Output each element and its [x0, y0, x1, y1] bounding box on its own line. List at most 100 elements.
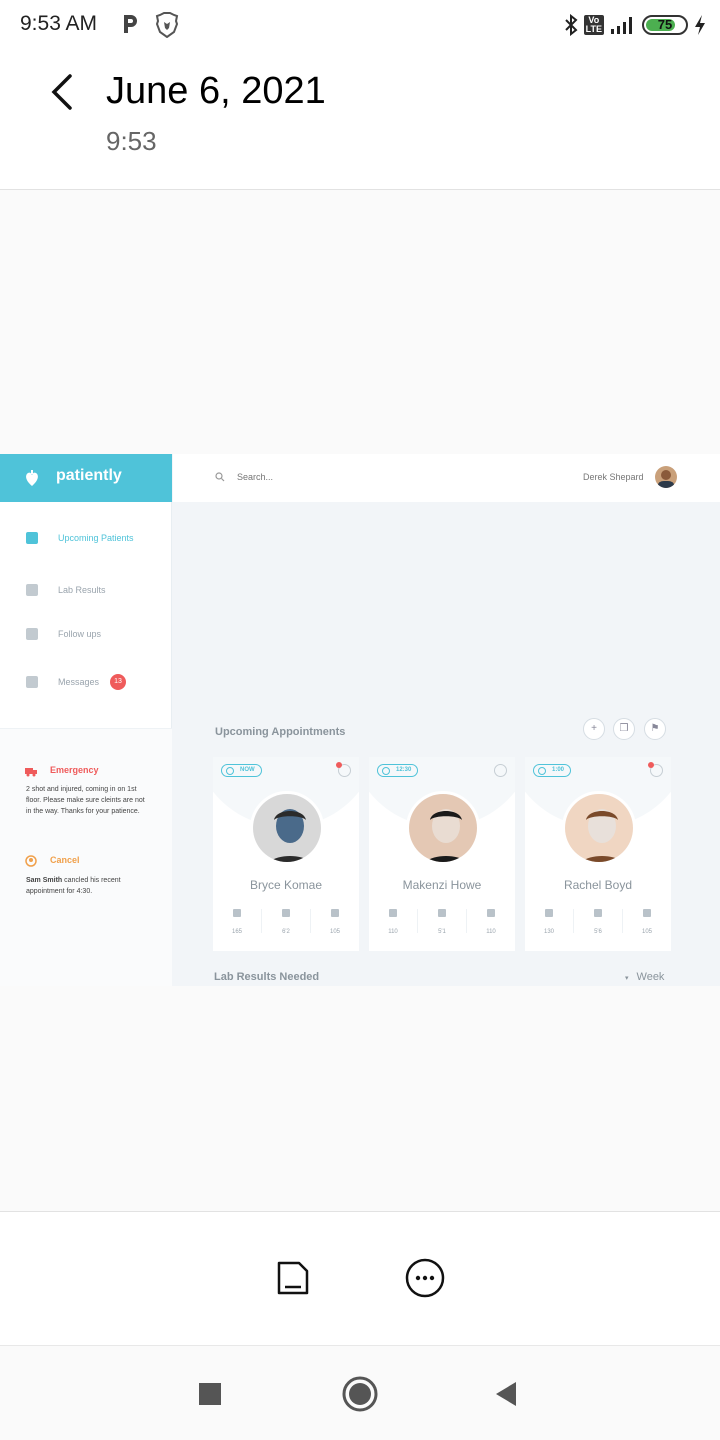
status-icons: Vo LTE 75 [564, 12, 706, 38]
status-bar: 9:53 AM Vo LTE 75 [0, 0, 720, 50]
patient-avatar [406, 791, 480, 865]
messages-badge: 13 [110, 674, 126, 690]
appointment-time: NOW [240, 767, 255, 773]
stat-cell: 130 [525, 909, 574, 935]
stat-value: 105 [329, 929, 340, 935]
appointment-time: 1:00 [552, 767, 565, 773]
sidebar-item-1[interactable]: Lab Results [0, 576, 172, 606]
ambulance-icon [25, 768, 37, 777]
week-dropdown[interactable]: ▾ Week [625, 971, 664, 983]
appointment-time-pill: 12:30 [377, 764, 419, 777]
alert-title-cancel: Cancel [50, 855, 80, 865]
stat-cell: 6'2 [262, 909, 311, 935]
weight-icon [545, 909, 553, 917]
photo-date: June 6, 2021 [106, 70, 326, 112]
height-icon [282, 909, 290, 917]
chart-icon [331, 909, 339, 917]
bluetooth-icon [564, 14, 578, 36]
patient-card[interactable]: 12:30 Makenzi Howe 110 5'1 110 [369, 757, 515, 951]
recent-apps-button[interactable] [199, 1383, 221, 1405]
patient-name: Makenzi Howe [402, 878, 482, 892]
app-logo: patiently [56, 467, 122, 484]
stat-value: 5'1 [438, 929, 446, 935]
flag-appointment-button[interactable]: ⚑ [644, 718, 666, 740]
system-navbar [0, 1345, 720, 1440]
patient-avatar [250, 791, 324, 865]
appointment-time-pill: 1:00 [533, 764, 572, 777]
back-arrow-icon[interactable] [44, 70, 84, 114]
cancel-user-icon [25, 855, 37, 867]
volte-icon: Vo LTE [583, 15, 604, 35]
home-button[interactable] [342, 1376, 378, 1412]
envelope-icon [26, 676, 38, 688]
week-label: Week [636, 971, 665, 983]
photo-time: 9:53 [106, 126, 157, 156]
sidebar-item-3[interactable]: Messages 13 [0, 668, 172, 698]
user-name[interactable]: Derek Shepard [583, 472, 644, 482]
viewer-actions [0, 1211, 720, 1345]
weight-icon [389, 909, 397, 917]
gallery-header: June 6, 2021 9:53 [0, 50, 720, 190]
delete-appointment-button[interactable]: ❒ [613, 718, 635, 740]
alert-cancel-patient: Sam Smith [26, 877, 63, 884]
image-viewer[interactable]: patiently Upcoming Patients Lab Results Fo… [0, 191, 720, 1211]
patient-card[interactable]: 1:00 Rachel Boyd 130 5'6 105 [525, 757, 671, 951]
chat-icon[interactable] [494, 764, 507, 777]
alert-text-emergency: 2 shot and injured, coming in on 1st flo… [26, 786, 145, 815]
stat-value: 110 [486, 929, 496, 935]
patient-name: Bryce Komae [249, 878, 323, 892]
chart-icon [487, 909, 495, 917]
alert-dot [336, 762, 342, 768]
sidebar-item-label: Follow ups [58, 629, 102, 639]
patient-avatar [562, 791, 636, 865]
lab-results-title: Lab Results Needed [214, 971, 320, 983]
stat-value: 110 [388, 929, 398, 935]
image-icon [26, 532, 38, 544]
appointment-time-pill: NOW [221, 764, 262, 777]
alert-dot [648, 762, 654, 768]
stat-value: 130 [543, 929, 554, 935]
patient-stats: 165 6'2 105 [213, 909, 359, 935]
battery-level: 75 [657, 17, 673, 32]
stat-cell: 110 [369, 909, 418, 935]
sidebar-item-0[interactable]: Upcoming Patients [0, 524, 172, 554]
status-time: 9:53 AM [20, 12, 98, 35]
edit-document-icon[interactable] [275, 1259, 311, 1297]
signal-icon [611, 17, 632, 34]
more-options-icon[interactable] [405, 1258, 445, 1298]
patient-card[interactable]: NOW Bryce Komae 165 6'2 105 [213, 757, 359, 951]
app-topbar: Derek Shepard [173, 454, 720, 502]
logo-bar: patiently [0, 454, 172, 502]
stat-cell: 110 [467, 909, 515, 935]
flask-icon [26, 584, 38, 596]
clock-icon [538, 767, 546, 775]
screenshot-image[interactable]: patiently Upcoming Patients Lab Results Fo… [0, 454, 720, 986]
alerts-panel: Emergency 2 shot and injured, coming in … [0, 728, 172, 986]
parking-icon [124, 15, 137, 33]
patient-stats: 130 5'6 105 [525, 909, 671, 935]
height-icon [438, 909, 446, 917]
caret-down-icon: ▾ [625, 975, 629, 982]
stat-value: 6'2 [282, 929, 290, 935]
search-input[interactable] [237, 469, 437, 485]
battery-icon: 75 [642, 15, 688, 35]
people-icon [26, 628, 38, 640]
stat-value: 105 [641, 929, 652, 935]
stat-cell: 5'6 [574, 909, 623, 935]
charging-icon [695, 15, 705, 35]
plus-icon: + [591, 723, 597, 734]
back-button[interactable] [494, 1380, 518, 1408]
upcoming-appointments-title: Upcoming Appointments [215, 726, 346, 738]
stat-cell: 105 [311, 909, 359, 935]
user-avatar[interactable] [655, 466, 677, 488]
height-icon [594, 909, 602, 917]
sidebar-item-2[interactable]: Follow ups [0, 620, 172, 650]
clock-icon [382, 767, 390, 775]
weight-icon [233, 909, 241, 917]
trash-icon: ❒ [619, 723, 629, 734]
add-appointment-button[interactable]: + [583, 718, 605, 740]
app-sidebar: patiently Upcoming Patients Lab Results Fo… [0, 454, 172, 986]
brave-browser-icon [155, 12, 179, 38]
heart-logo-icon [26, 470, 38, 486]
appointment-time: 12:30 [396, 767, 412, 773]
